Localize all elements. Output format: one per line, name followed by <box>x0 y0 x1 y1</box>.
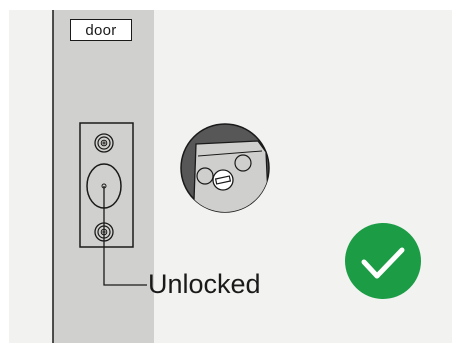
lock-status-label: Unlocked <box>148 269 261 299</box>
checkmark-icon <box>345 223 421 299</box>
door-panel <box>53 10 154 343</box>
door-label: door <box>70 19 132 41</box>
top-screw-icon <box>94 133 114 153</box>
